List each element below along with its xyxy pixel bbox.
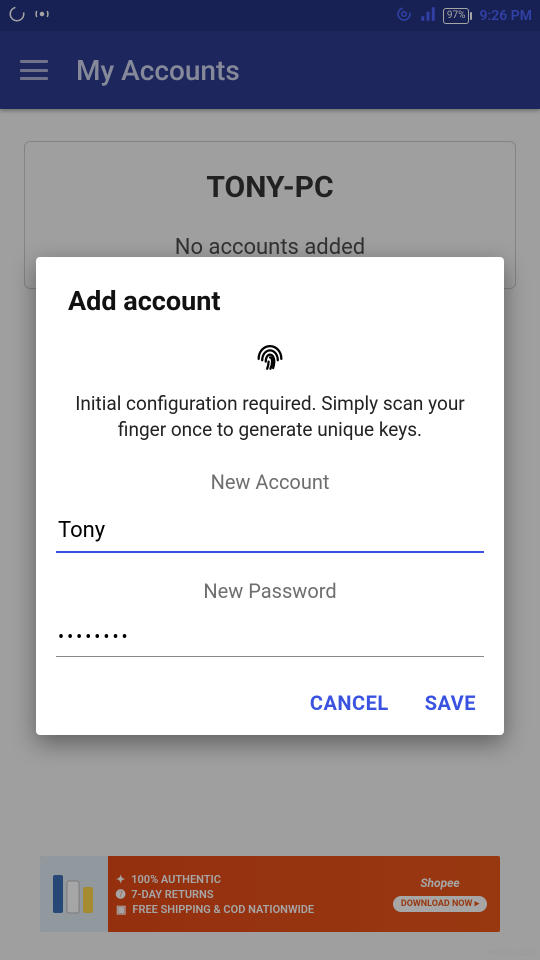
save-button[interactable]: SAVE <box>425 691 476 715</box>
password-field-label: New Password <box>56 579 484 603</box>
fingerprint-icon <box>56 339 484 377</box>
watermark: wsxdn.com <box>487 947 538 958</box>
account-field-label: New Account <box>56 470 484 494</box>
screen: 97% 9:26 PM My Accounts TONY-PC No accou… <box>0 0 540 960</box>
password-input[interactable] <box>56 621 484 657</box>
cancel-button[interactable]: CANCEL <box>310 691 389 715</box>
account-name-input[interactable] <box>56 512 484 553</box>
dialog-message: Initial configuration required. Simply s… <box>56 391 484 442</box>
dialog-actions: CANCEL SAVE <box>56 691 484 715</box>
dialog-title: Add account <box>56 285 484 317</box>
add-account-dialog: Add account Initial configuration requir… <box>36 257 504 735</box>
